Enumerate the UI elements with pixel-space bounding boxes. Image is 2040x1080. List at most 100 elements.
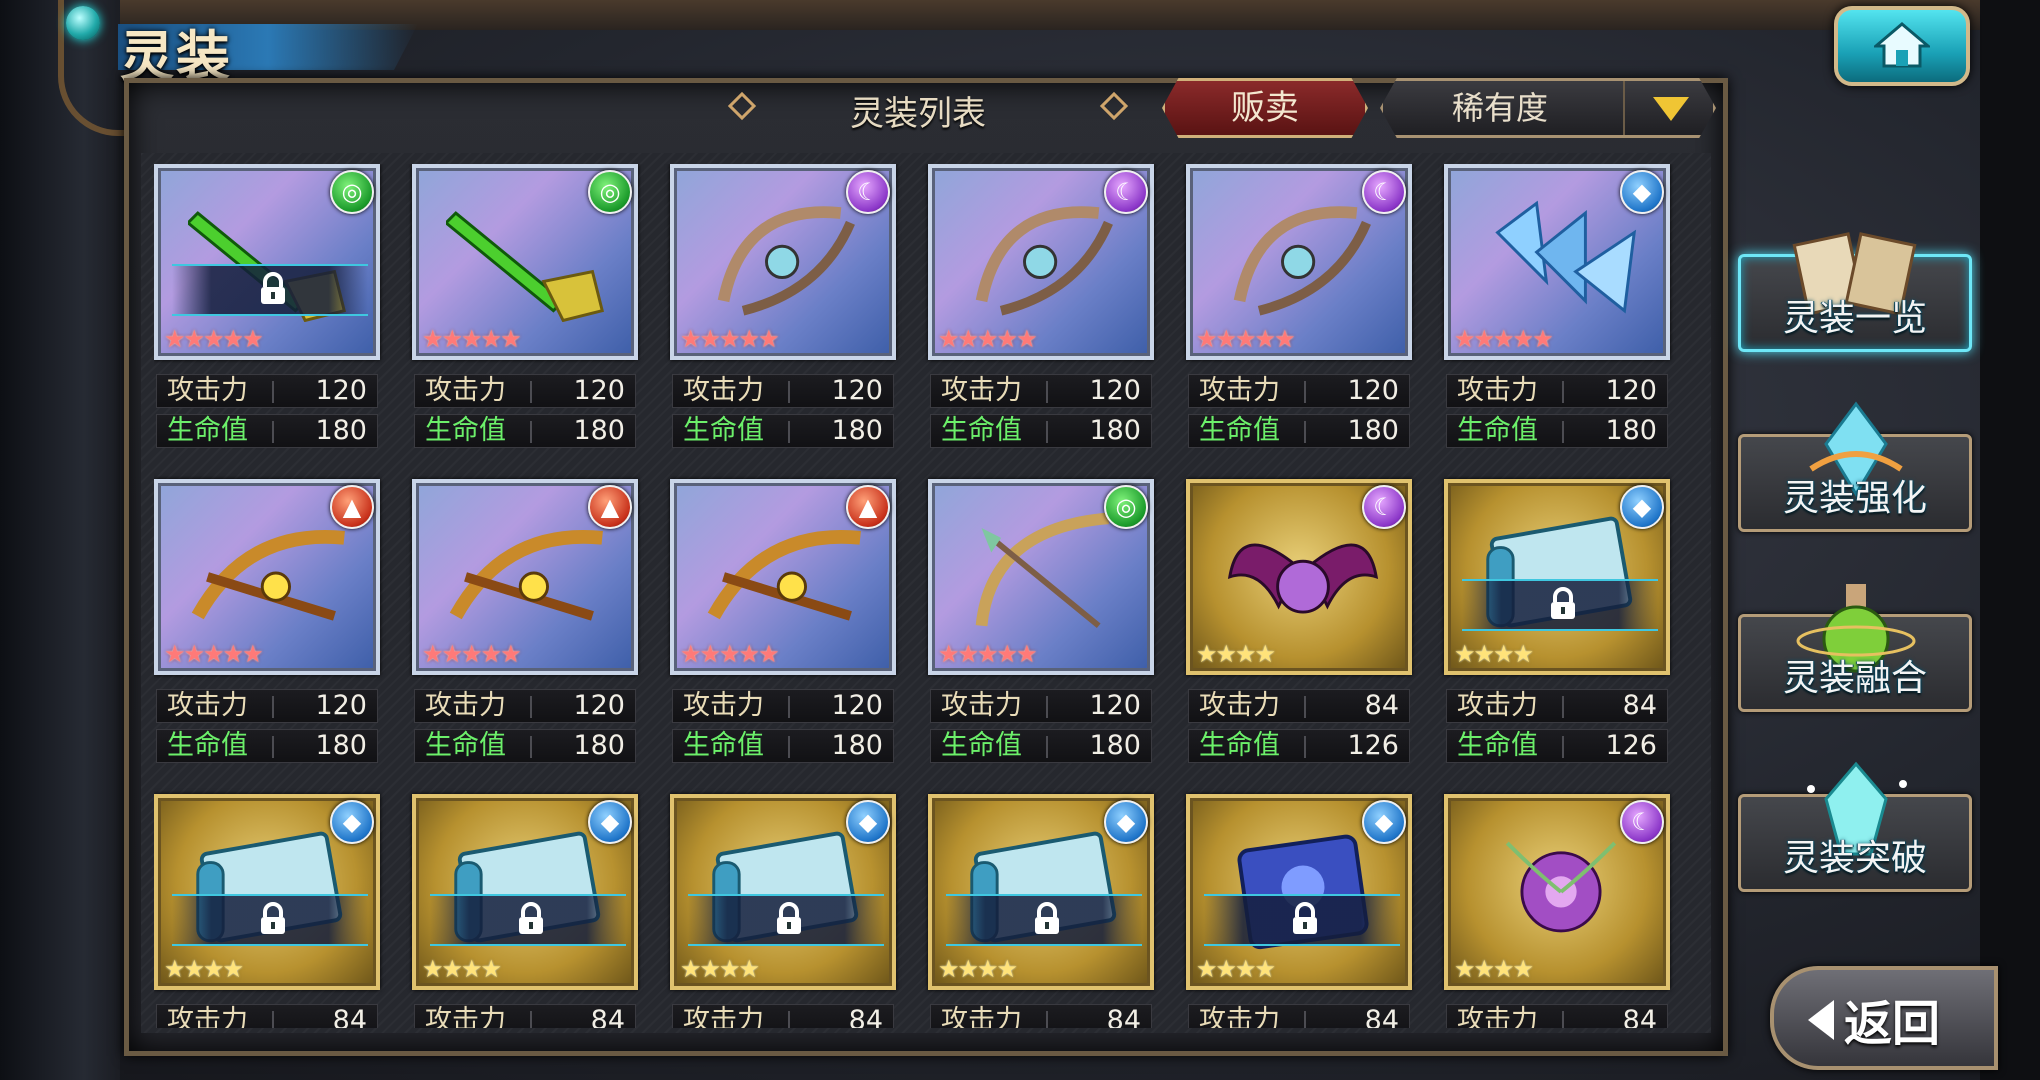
side-menu-item[interactable]: 灵装融合 [1738, 584, 1972, 712]
attack-label: 攻击力 [1457, 375, 1538, 406]
equipment-card[interactable]: ◆ ★★★★ 攻击力 84 [154, 794, 382, 1028]
divider [530, 1011, 532, 1028]
divider [1304, 381, 1306, 403]
lock-icon [1293, 902, 1317, 934]
home-button[interactable] [1834, 6, 1970, 86]
divider [1046, 381, 1048, 403]
gold-bow-icon [975, 512, 1109, 628]
equipment-card[interactable]: ◆ ★★★★★ 攻击力 120 生命值 180 [1444, 164, 1672, 454]
equipment-card[interactable]: ◎ ★★★★★ 攻击力 120 生命值 180 [412, 164, 640, 454]
side-menu-item[interactable]: 灵装一览 [1738, 232, 1972, 352]
hp-label: 生命值 [425, 415, 506, 446]
element-wind-icon: ◎ [1104, 485, 1148, 529]
equipment-card[interactable]: ◆ ★★★★ 攻击力 84 生命值 126 [1444, 479, 1672, 769]
divider [1562, 736, 1564, 758]
element-fire-icon: ▲ [330, 485, 374, 529]
rarity-stars: ★★★★★ [422, 325, 522, 353]
lock-overlay [172, 894, 368, 946]
rarity-stars: ★★★★★ [1196, 325, 1296, 353]
hp-value: 180 [315, 415, 367, 446]
card-frame: ☾ ★★★★ [1186, 479, 1412, 675]
bat-wing-icon [1227, 543, 1379, 614]
attack-value: 84 [1622, 1005, 1657, 1028]
side-menu-item[interactable]: 灵装强化 [1738, 401, 1972, 532]
equipment-card[interactable]: ◆ ★★★★ 攻击力 84 [412, 794, 640, 1028]
attack-value: 120 [315, 690, 367, 721]
attack-value: 120 [1089, 375, 1141, 406]
title-orb-icon [66, 6, 100, 40]
divider [1562, 421, 1564, 443]
lock-overlay [1462, 579, 1658, 631]
side-menu-label: 灵装融合 [1782, 658, 1927, 699]
divider [272, 696, 274, 718]
divider [788, 1011, 790, 1028]
element-water-icon: ◆ [1362, 800, 1406, 844]
equipment-card[interactable]: ☾ ★★★★★ 攻击力 120 生命值 180 [1186, 164, 1414, 454]
lock-overlay [946, 894, 1142, 946]
equipment-card[interactable]: ◆ ★★★★ 攻击力 84 [928, 794, 1156, 1028]
card-frame: ◆ ★★★★ [1444, 479, 1670, 675]
equipment-card[interactable]: ☾ ★★★★★ 攻击力 120 生命值 180 [670, 164, 898, 454]
hp-label: 生命值 [1457, 415, 1538, 446]
back-button[interactable]: 返回 [1770, 966, 1998, 1070]
attack-label: 攻击力 [167, 690, 248, 721]
card-frame: ◆ ★★★★ [154, 794, 380, 990]
attack-stat: 攻击力 120 [930, 689, 1152, 723]
divider [788, 381, 790, 403]
equipment-card[interactable]: ☾ ★★★★★ 攻击力 120 生命值 180 [928, 164, 1156, 454]
hp-stat: 生命值 180 [1188, 414, 1410, 448]
attack-value: 84 [332, 1005, 367, 1028]
equipment-card[interactable]: ◆ ★★★★ 攻击力 84 [670, 794, 898, 1028]
attack-stat: 攻击力 120 [672, 689, 894, 723]
equipment-card[interactable]: ◎ ★★★★★ 攻击力 120 生命值 180 [928, 479, 1156, 769]
rarity-stars: ★★★★★ [164, 325, 264, 353]
attack-label: 攻击力 [425, 690, 506, 721]
lock-overlay [430, 894, 626, 946]
equipment-card[interactable]: ☾ ★★★★ 攻击力 84 生命值 126 [1186, 479, 1414, 769]
diamond-ornament-icon [1099, 91, 1129, 121]
rarity-stars: ★★★★★ [422, 640, 522, 668]
divider [1562, 381, 1564, 403]
sort-dropdown[interactable]: 稀有度 [1380, 78, 1716, 138]
attack-stat: 攻击力 120 [930, 374, 1152, 408]
attack-label: 攻击力 [167, 1005, 248, 1028]
side-menu-label: 灵装强化 [1782, 478, 1927, 519]
card-frame: ◆ ★★★★ [1186, 794, 1412, 990]
side-menu-label: 灵装一览 [1782, 298, 1927, 339]
equipment-card[interactable]: ☾ ★★★★ 攻击力 84 [1444, 794, 1672, 1028]
sort-toggle[interactable] [1623, 81, 1715, 135]
attack-stat: 攻击力 120 [156, 374, 378, 408]
attack-value: 84 [1106, 1005, 1141, 1028]
equipment-card[interactable]: ◆ ★★★★ 攻击力 84 [1186, 794, 1414, 1028]
element-moon-icon: ☾ [1362, 170, 1406, 214]
divider [788, 736, 790, 758]
equipment-card[interactable]: ▲ ★★★★★ 攻击力 120 生命值 180 [670, 479, 898, 769]
attack-label: 攻击力 [941, 690, 1022, 721]
sell-button[interactable]: 贩卖 [1162, 78, 1368, 138]
hp-stat: 生命值 180 [672, 414, 894, 448]
equipment-card[interactable]: ◎ ★★★★★ 攻击力 120 生命值 180 [154, 164, 382, 454]
home-icon [1874, 22, 1930, 68]
hp-label: 生命值 [683, 730, 764, 761]
lock-icon [519, 902, 543, 934]
rarity-stars: ★★★★ [1196, 640, 1276, 668]
hp-stat: 生命值 180 [156, 414, 378, 448]
attack-label: 攻击力 [425, 375, 506, 406]
hp-label: 生命值 [1457, 730, 1538, 761]
attack-stat: 攻击力 120 [414, 374, 636, 408]
element-water-icon: ◆ [588, 800, 632, 844]
card-frame: ☾ ★★★★ [1444, 794, 1670, 990]
equipment-card[interactable]: ▲ ★★★★★ 攻击力 120 生命值 180 [154, 479, 382, 769]
card-frame: ◆ ★★★★ [670, 794, 896, 990]
rarity-stars: ★★★★ [680, 955, 760, 983]
divider [272, 736, 274, 758]
side-menu-item[interactable]: 灵装突破 [1738, 761, 1972, 892]
element-moon-icon: ☾ [1362, 485, 1406, 529]
rarity-stars: ★★★★★ [680, 640, 780, 668]
green-blade-icon [446, 211, 605, 322]
attack-value: 120 [573, 690, 625, 721]
ice-claw-icon [1495, 200, 1637, 314]
equipment-card[interactable]: ▲ ★★★★★ 攻击力 120 生命值 180 [412, 479, 640, 769]
card-frame: ◎ ★★★★★ [412, 164, 638, 360]
attack-label: 攻击力 [683, 690, 764, 721]
